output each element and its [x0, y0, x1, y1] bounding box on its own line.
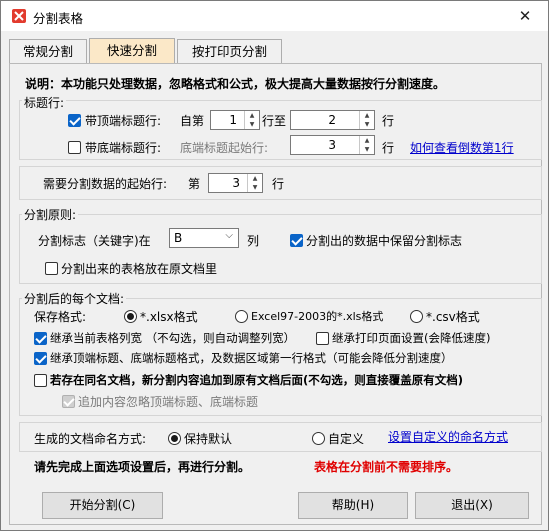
- in-original-checkbox[interactable]: [45, 262, 58, 275]
- start-row-unit: 行: [272, 177, 285, 191]
- format-xlsx-label: *.xlsx格式: [140, 310, 198, 324]
- header-rows-label: 标题行:: [22, 94, 67, 111]
- app-icon: [12, 9, 26, 23]
- in-original-label: 分割出来的表格放在原文档里: [61, 262, 218, 276]
- title-bar: 分割表格 ✕: [1, 1, 548, 31]
- format-xls-radio[interactable]: [235, 310, 248, 323]
- dialog-window: 分割表格 ✕ 常规分割 快速分割 按打印页分割 说明：本功能只处理数据，忽略格式…: [0, 0, 549, 531]
- spin-up-icon[interactable]: ▲: [247, 174, 262, 183]
- top-header-label: 带顶端标题行:: [85, 114, 162, 128]
- bottom-start-label: 底端标题起始行:: [180, 141, 269, 155]
- exit-button[interactable]: 退出(X): [415, 492, 529, 519]
- spin-up-icon[interactable]: ▲: [244, 111, 259, 120]
- naming-default-label: 保持默认: [184, 432, 233, 446]
- keep-flag-checkbox[interactable]: [290, 234, 303, 247]
- tab-quick-split[interactable]: 快速分割: [89, 38, 175, 64]
- spin-up-icon[interactable]: ▲: [359, 136, 374, 145]
- inherit-title-format-checkbox[interactable]: [34, 352, 47, 365]
- bottom-header-label: 带底端标题行:: [85, 141, 162, 155]
- row-unit-label: 行: [382, 114, 395, 128]
- split-principle-label: 分割原则:: [22, 206, 79, 223]
- naming-custom-radio[interactable]: [312, 432, 325, 445]
- format-xls-label: Excel97-2003的*.xls格式: [251, 310, 384, 323]
- to-row-stepper[interactable]: 2 ▲ ▼: [290, 110, 375, 130]
- inherit-title-format-label: 继承顶端标题、底端标题格式，及数据区域第一行格式（可能会降低分割速度）: [50, 351, 453, 365]
- keep-flag-label: 分割出的数据中保留分割标志: [306, 234, 463, 248]
- key-column-select[interactable]: B ⌵: [169, 228, 239, 248]
- inherit-width-checkbox[interactable]: [34, 332, 47, 345]
- format-csv-radio[interactable]: [410, 310, 423, 323]
- spin-down-icon[interactable]: ▼: [359, 120, 374, 129]
- naming-label: 生成的文档命名方式:: [34, 432, 147, 446]
- start-row-prefix: 第: [188, 177, 201, 191]
- output-docs-label: 分割后的每个文档:: [22, 290, 127, 307]
- tab-regular-split[interactable]: 常规分割: [9, 39, 87, 63]
- format-xlsx-radio[interactable]: [124, 310, 137, 323]
- append-ignore-titles-label: 追加内容忽略顶端标题、底端标题: [78, 395, 259, 409]
- spin-up-icon[interactable]: ▲: [359, 111, 374, 120]
- start-split-button[interactable]: 开始分割(C): [42, 492, 163, 519]
- append-existing-label: 若存在同名文档，新分割内容追加到原有文档后面(不勾选，则直接覆盖原有文档): [50, 373, 464, 387]
- footer-note-right: 表格在分割前不需要排序。: [314, 460, 459, 474]
- to-row-value: 2: [328, 113, 336, 127]
- bottom-header-checkbox[interactable]: [68, 141, 81, 154]
- tab-panel: 说明：本功能只处理数据，忽略格式和公式，极大提高大量数据按行分割速度。 标题行:…: [9, 63, 542, 525]
- key-column-value: B: [174, 231, 183, 245]
- append-existing-checkbox[interactable]: [34, 374, 47, 387]
- help-button[interactable]: 帮助(H): [298, 492, 408, 519]
- inherit-print-label: 继承打印页面设置(会降低速度): [332, 331, 491, 345]
- start-row-stepper[interactable]: 3 ▲ ▼: [208, 173, 263, 193]
- custom-naming-link[interactable]: 设置自定义的命名方式: [388, 428, 508, 445]
- inherit-width-label: 继承当前表格列宽 （不勾选，则自动调整列宽）: [50, 331, 296, 345]
- spin-down-icon[interactable]: ▼: [247, 183, 262, 192]
- notice-text: 说明：本功能只处理数据，忽略格式和公式，极大提高大量数据按行分割速度。: [25, 77, 446, 91]
- inherit-print-checkbox[interactable]: [316, 332, 329, 345]
- key-column-label: 分割标志（关键字)在: [38, 234, 151, 248]
- tab-print-page-split[interactable]: 按打印页分割: [177, 39, 282, 63]
- naming-default-radio[interactable]: [168, 432, 181, 445]
- from-row-label: 自第: [180, 114, 205, 128]
- column-unit-label: 列: [247, 234, 260, 248]
- save-format-label: 保存格式:: [34, 310, 87, 324]
- start-row-label: 需要分割数据的起始行:: [43, 177, 168, 191]
- bottom-start-value: 3: [328, 138, 336, 152]
- naming-custom-label: 自定义: [328, 432, 365, 446]
- from-row-stepper[interactable]: 1 ▲ ▼: [210, 110, 260, 130]
- top-header-checkbox[interactable]: [68, 114, 81, 127]
- format-csv-label: *.csv格式: [426, 310, 480, 324]
- close-icon[interactable]: ✕: [515, 7, 535, 25]
- bottom-row-unit-label: 行: [382, 141, 395, 155]
- footer-note-left: 请先完成上面选项设置后，再进行分割。: [34, 460, 251, 474]
- to-row-label: 行至: [262, 114, 287, 128]
- bottom-start-stepper[interactable]: 3 ▲ ▼: [290, 135, 375, 155]
- chevron-down-icon[interactable]: ⌵: [225, 230, 233, 241]
- window-title: 分割表格: [33, 11, 84, 26]
- help-link-last-row[interactable]: 如何查看倒数第1行: [410, 139, 514, 156]
- spin-down-icon[interactable]: ▼: [244, 120, 259, 129]
- from-row-value: 1: [229, 113, 237, 127]
- spin-down-icon[interactable]: ▼: [359, 145, 374, 154]
- append-ignore-titles-checkbox[interactable]: [62, 395, 75, 408]
- start-row-value: 3: [232, 176, 240, 190]
